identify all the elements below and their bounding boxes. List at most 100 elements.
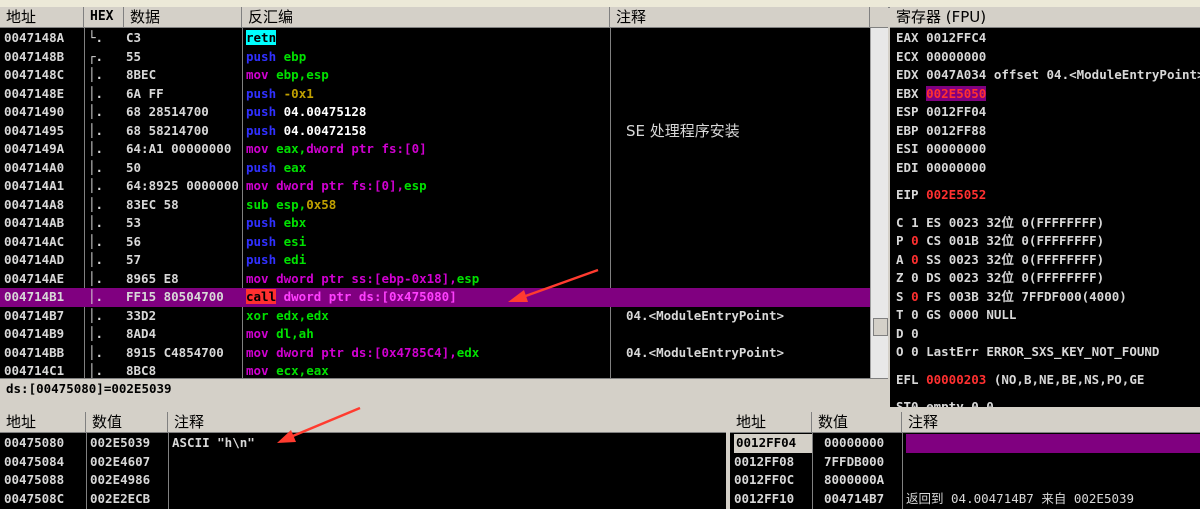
row-comment: SE 处理程序安装 xyxy=(626,121,740,140)
flag-value[interactable]: 0 xyxy=(911,326,919,341)
stack-col-value[interactable]: 数值 xyxy=(812,412,902,432)
row-instruction: mov dl,ah xyxy=(246,325,608,344)
dump-row[interactable]: 0047508C 002E2ECB xyxy=(0,490,726,509)
register-name: ESI xyxy=(896,141,927,156)
row-hex-bytes: 50 xyxy=(126,159,142,175)
register-value[interactable]: 0012FFC4 xyxy=(926,30,986,45)
register-value[interactable]: 0012FF88 xyxy=(926,123,986,138)
disasm-row[interactable]: 004714AE │. 8965 E8 mov dword ptr ss:[ebp-0… xyxy=(0,270,870,289)
dump-value: 002E5039 xyxy=(90,435,151,450)
flag-value[interactable]: 0 xyxy=(911,344,919,359)
disasm-row[interactable]: 004714C1 │. 8BC8 mov ecx,eax xyxy=(0,362,870,378)
register-value[interactable]: 0012FF04 xyxy=(926,104,986,119)
disasm-row[interactable]: 0047148C │. 8BEC mov ebp,esp xyxy=(0,66,870,85)
row-address: 0047148E xyxy=(4,85,65,101)
dump-address: 00475084 xyxy=(4,453,65,469)
stack-row[interactable]: 0012FF0C 8000000A xyxy=(730,471,1200,490)
instruction-token: dword ptr fs:[0] xyxy=(306,141,427,156)
scrollbar-thumb[interactable] xyxy=(873,318,888,336)
disasm-list[interactable]: 0047148A └. C3 retn 0047148B ┌. 55 push ebp 0047… xyxy=(0,28,870,378)
instruction-token: edx,edx xyxy=(276,307,329,323)
dump-row[interactable]: 00475080 002E5039 ASCII "h\n" xyxy=(0,434,726,453)
row-address: 0047148B xyxy=(4,48,65,64)
flag-value[interactable]: 0 xyxy=(911,270,919,285)
stack-list[interactable]: 0012FF04 00000000 0012FF08 7FFDB000 0012FF0C… xyxy=(730,433,1200,509)
disasm-row[interactable]: 004714B1 │. FF15 80504700 call dword ptr ds… xyxy=(0,288,870,307)
flag-value[interactable]: 0 xyxy=(911,307,919,322)
segment-base: 7FFDF000(4000) xyxy=(1021,288,1127,304)
row-address: 00471495 xyxy=(4,122,65,138)
disasm-row[interactable]: 004714B9 │. 8AD4 mov dl,ah xyxy=(0,325,870,344)
stack-comment xyxy=(906,434,1200,453)
flag-value[interactable]: 1 xyxy=(911,215,919,230)
dump-address: 00475080 xyxy=(4,435,65,450)
col-comment-header[interactable]: 注释 xyxy=(610,7,870,27)
row-address: 0047149A xyxy=(4,141,65,156)
disasm-row[interactable]: 004714AB │. 53 push ebx xyxy=(0,214,870,233)
flag-name: D xyxy=(896,325,912,341)
stack-col-comment[interactable]: 注释 xyxy=(902,412,1200,432)
disasm-scrollbar[interactable] xyxy=(870,28,888,378)
disasm-row[interactable]: 0047149A │. 64:A1 00000000 mov eax,dword pt… xyxy=(0,140,870,159)
register-name: EIP xyxy=(896,187,927,202)
dump-comment: ASCII "h\n" xyxy=(172,435,255,450)
segment-base: ERROR_SXS_KEY_NOT_FOUND xyxy=(986,344,1160,359)
registers-header[interactable]: 寄存器 (FPU) xyxy=(890,7,1200,28)
stack-address: 0012FF04 xyxy=(734,434,812,453)
disasm-row[interactable]: 004714BB │. 8915 C4854700 mov dword ptr ds:… xyxy=(0,344,870,363)
col-hex-toggle[interactable]: HEX xyxy=(84,7,124,27)
registers-title[interactable]: 寄存器 (FPU) xyxy=(890,7,1200,27)
dump-row[interactable]: 00475084 002E4607 xyxy=(0,453,726,472)
instruction-token: dword ptr ds:[0x475080] xyxy=(276,289,457,304)
disasm-row[interactable]: 004714AC │. 56 push esi xyxy=(0,233,870,252)
disasm-row[interactable]: 004714A8 │. 83EC 58 sub esp,0x58 xyxy=(0,196,870,215)
disasm-row[interactable]: 0047148A └. C3 retn xyxy=(0,29,870,48)
dump-col-value[interactable]: 数值 xyxy=(86,412,168,432)
stack-row[interactable]: 0012FF08 7FFDB000 xyxy=(730,453,1200,472)
row-branch-mark: │. xyxy=(88,363,104,378)
efl-value[interactable]: 00000203 xyxy=(926,372,986,387)
stack-col-addr[interactable]: 地址 xyxy=(730,412,812,432)
stack-address: 0012FF0C xyxy=(734,472,795,487)
instruction-token: mov xyxy=(246,141,277,156)
disasm-row[interactable]: 0047148B ┌. 55 push ebp xyxy=(0,48,870,67)
segment-bits: 32位 xyxy=(986,214,1022,230)
flag-value[interactable]: 0 xyxy=(911,252,919,267)
disasm-row[interactable]: 00471495 │. 68 58214700 push 04.00472158 SE … xyxy=(0,122,870,141)
dump-col-addr[interactable]: 地址 xyxy=(0,412,86,432)
flag-value[interactable]: 0 xyxy=(911,233,919,248)
row-instruction: mov ebp,esp xyxy=(246,66,608,85)
register-value[interactable]: 0047A034 xyxy=(926,67,986,82)
col-addr-header[interactable]: 地址 xyxy=(0,7,84,27)
row-address: 0047148A xyxy=(4,30,65,45)
register-value[interactable]: 002E5050 xyxy=(926,85,987,101)
disasm-row[interactable]: 00471490 │. 68 28514700 push 04.00475128 xyxy=(0,103,870,122)
registers-body[interactable]: EAX 0012FFC4 ECX 00000000 EDX 0047A034 off… xyxy=(890,28,1200,407)
stack-row[interactable]: 0012FF04 00000000 xyxy=(730,434,1200,453)
row-branch-mark: │. xyxy=(88,215,104,230)
instruction-token: edi xyxy=(283,252,307,267)
row-instruction: push esi xyxy=(246,233,608,252)
flag-value[interactable]: 0 xyxy=(911,289,919,304)
register-value[interactable]: 00000000 xyxy=(926,160,986,175)
register-value[interactable]: 00000000 xyxy=(926,141,986,156)
dump-list[interactable]: 00475080 002E5039 ASCII "h\n" 00475084 002E4… xyxy=(0,433,726,509)
disasm-row[interactable]: 004714A1 │. 64:8925 0000000 mov dword ptr f… xyxy=(0,177,870,196)
row-hex-bytes: 56 xyxy=(126,233,142,249)
dump-address: 0047508C xyxy=(4,490,65,506)
disasm-row[interactable]: 004714AD │. 57 push edi xyxy=(0,251,870,270)
stack-row[interactable]: 0012FF10 004714B7 返回到 04.004714B7 来自 002E5… xyxy=(730,490,1200,509)
disasm-row[interactable]: 004714B7 │. 33D2 xor edx,edx 04.<ModuleEntry… xyxy=(0,307,870,326)
disasm-row[interactable]: 004714A0 │. 50 push eax xyxy=(0,159,870,178)
register-value[interactable]: 00000000 xyxy=(926,49,986,64)
register-name: EAX xyxy=(896,30,927,45)
eip-value[interactable]: 002E5052 xyxy=(926,187,986,202)
col-disasm-header[interactable]: 反汇编 xyxy=(242,7,610,27)
disasm-row[interactable]: 0047148E │. 6A FF push -0x1 xyxy=(0,85,870,104)
row-comment: 04.<ModuleEntryPoint> xyxy=(626,344,785,360)
row-instruction: push 04.00472158 xyxy=(246,122,608,141)
flag-name: Z xyxy=(896,270,912,285)
dump-col-comment[interactable]: 注释 xyxy=(168,412,726,432)
col-data-header[interactable]: 数据 xyxy=(124,7,242,27)
dump-row[interactable]: 00475088 002E4986 xyxy=(0,471,726,490)
